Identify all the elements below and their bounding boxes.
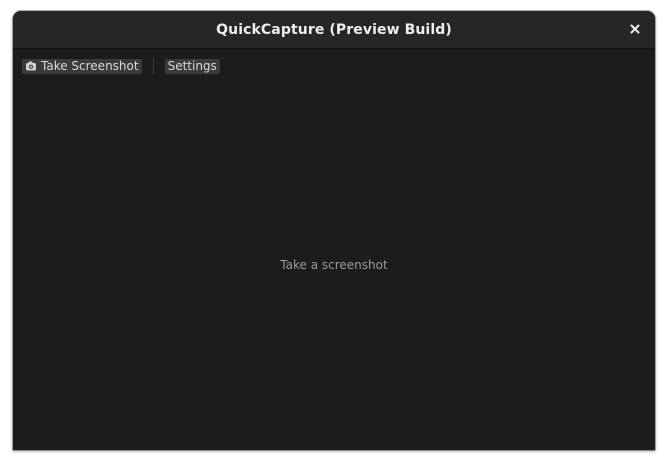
take-screenshot-label: Take Screenshot <box>41 59 139 73</box>
placeholder-text: Take a screenshot <box>280 257 388 272</box>
settings-button[interactable]: Settings <box>164 58 220 74</box>
window-title: QuickCapture (Preview Build) <box>216 21 452 38</box>
camera-icon <box>25 60 37 72</box>
take-screenshot-button[interactable]: Take Screenshot <box>22 58 142 74</box>
main-content: Take a screenshot <box>13 83 655 450</box>
title-bar[interactable]: QuickCapture (Preview Build) <box>13 11 655 49</box>
toolbar: Take Screenshot Settings <box>13 49 655 83</box>
close-icon <box>630 24 640 34</box>
settings-label: Settings <box>167 59 217 73</box>
toolbar-separator <box>152 57 154 75</box>
close-button[interactable] <box>627 21 643 37</box>
app-window: QuickCapture (Preview Build) Take Screen… <box>13 11 655 450</box>
